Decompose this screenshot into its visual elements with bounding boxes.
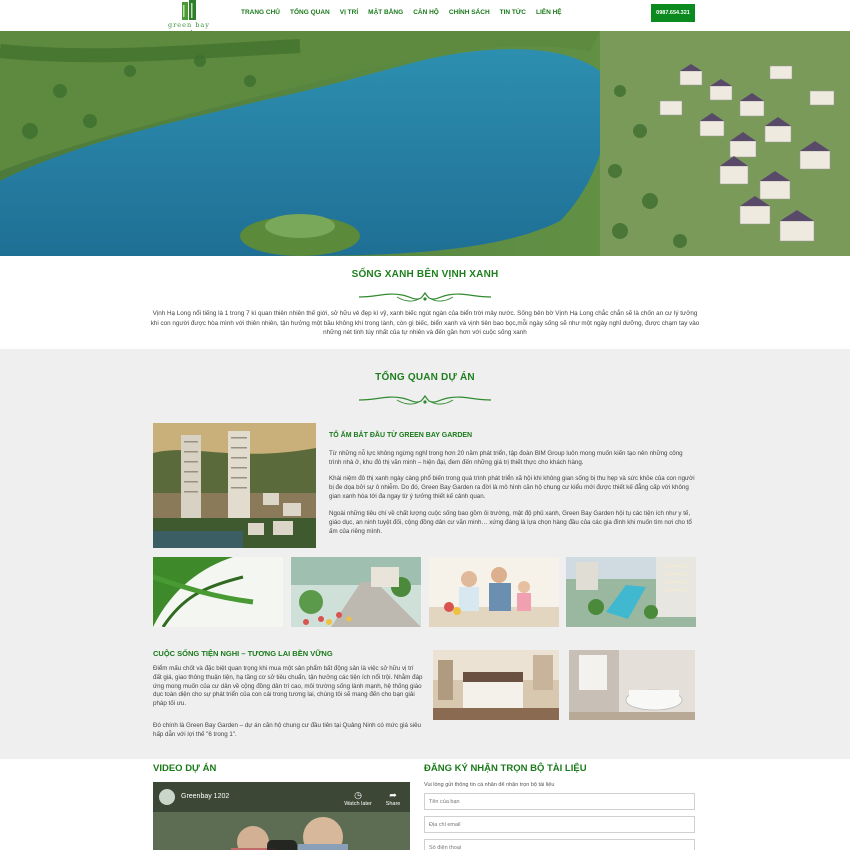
overview-paragraph: Khái niệm đô thị xanh ngày càng phổ biến… bbox=[329, 475, 695, 500]
nav-item-location[interactable]: VỊ TRÍ bbox=[335, 9, 363, 16]
share-label: Share bbox=[385, 801, 401, 807]
intro-section: SỐNG XANH BÊN VỊNH XANH Vịnh Hạ Long nổi… bbox=[0, 256, 850, 349]
channel-avatar[interactable] bbox=[159, 789, 175, 805]
lifestyle-paragraph: Đó chính là Green Bay Garden – dự án căn… bbox=[153, 722, 421, 738]
logo-building-icon bbox=[182, 0, 196, 20]
flourish-divider-icon bbox=[358, 291, 492, 302]
lifestyle-paragraph: Điểm mấu chốt và đặc biệt quan trọng khi… bbox=[153, 665, 423, 708]
towers-image bbox=[153, 423, 316, 548]
logo[interactable]: green bay garden bbox=[152, 0, 226, 37]
nav-item-policy[interactable]: CHÍNH SÁCH bbox=[444, 9, 495, 16]
flourish-divider-icon bbox=[358, 394, 492, 405]
video-player[interactable]: Greenbay 1202 ◷ Watch later ➦ Share bbox=[153, 782, 410, 850]
email-field[interactable] bbox=[424, 816, 695, 833]
hero-aerial-image bbox=[0, 31, 850, 256]
watch-later-button[interactable]: ◷ Watch later bbox=[343, 790, 373, 807]
palm-tree-thumbnail[interactable] bbox=[153, 557, 283, 627]
main-nav: TRANG CHỦ TỔNG QUAN VỊ TRÍ MẶT BẰNG CĂN … bbox=[236, 9, 567, 16]
bathroom-image bbox=[569, 650, 695, 720]
nav-item-home[interactable]: TRANG CHỦ bbox=[236, 9, 285, 16]
overview-title: TỔNG QUAN DỰ ÁN bbox=[375, 372, 475, 383]
register-note: Vui lòng gửi thông tin cá nhân để nhận t… bbox=[424, 782, 555, 788]
nav-item-overview[interactable]: TỔNG QUAN bbox=[285, 9, 335, 16]
intro-title: SỐNG XANH BÊN VỊNH XANH bbox=[351, 269, 499, 280]
garden-street-thumbnail[interactable] bbox=[291, 557, 421, 627]
hero-banner bbox=[0, 31, 850, 256]
overview-section: TỔNG QUAN DỰ ÁN TỔ ẤM BẮT ĐẦU TỪ GREEN B… bbox=[0, 349, 850, 759]
nav-item-apartments[interactable]: CĂN HỘ bbox=[408, 9, 444, 16]
lifestyle-title: CUỘC SỐNG TIỆN NGHI – TƯƠNG LAI BỀN VỮNG bbox=[153, 649, 333, 658]
nav-item-news[interactable]: TIN TỨC bbox=[495, 9, 531, 16]
nav-item-contact[interactable]: LIÊN HỆ bbox=[531, 9, 567, 16]
family-thumbnail[interactable] bbox=[429, 557, 559, 627]
overview-paragraph: Ngoài những tiêu chí về chất lượng cuộc … bbox=[329, 510, 692, 535]
bedroom-image bbox=[433, 650, 559, 720]
bottom-section: VIDEO DỰ ÁN Greenbay 1202 ◷ Watch later … bbox=[0, 759, 850, 850]
register-title: ĐĂNG KÝ NHẬN TRỌN BỘ TÀI LIỆU bbox=[424, 763, 587, 774]
video-section-title: VIDEO DỰ ÁN bbox=[153, 763, 217, 774]
share-icon: ➦ bbox=[389, 790, 397, 800]
phone-field[interactable] bbox=[424, 839, 695, 850]
overview-paragraph: Từ những nỗ lực không ngừng nghỉ trong h… bbox=[329, 450, 683, 466]
name-field[interactable] bbox=[424, 793, 695, 810]
intro-text: Vịnh Hạ Long nổi tiếng là 1 trong 7 kì q… bbox=[150, 310, 700, 336]
pool-aerial-thumbnail[interactable] bbox=[566, 557, 696, 627]
video-channel-name[interactable]: Greenbay 1202 bbox=[181, 793, 229, 800]
nav-item-floorplan[interactable]: MẶT BẰNG bbox=[363, 9, 408, 16]
overview-subtitle: TỔ ẤM BẮT ĐẦU TỪ GREEN BAY GARDEN bbox=[329, 432, 473, 439]
hotline-button[interactable]: 0987.654.321 bbox=[651, 4, 695, 22]
site-header: green bay garden TRANG CHỦ TỔNG QUAN VỊ … bbox=[0, 0, 850, 37]
share-button[interactable]: ➦ Share bbox=[378, 790, 408, 807]
clock-icon: ◷ bbox=[354, 790, 362, 800]
play-button[interactable] bbox=[267, 840, 297, 850]
watch-later-label: Watch later bbox=[344, 801, 372, 807]
